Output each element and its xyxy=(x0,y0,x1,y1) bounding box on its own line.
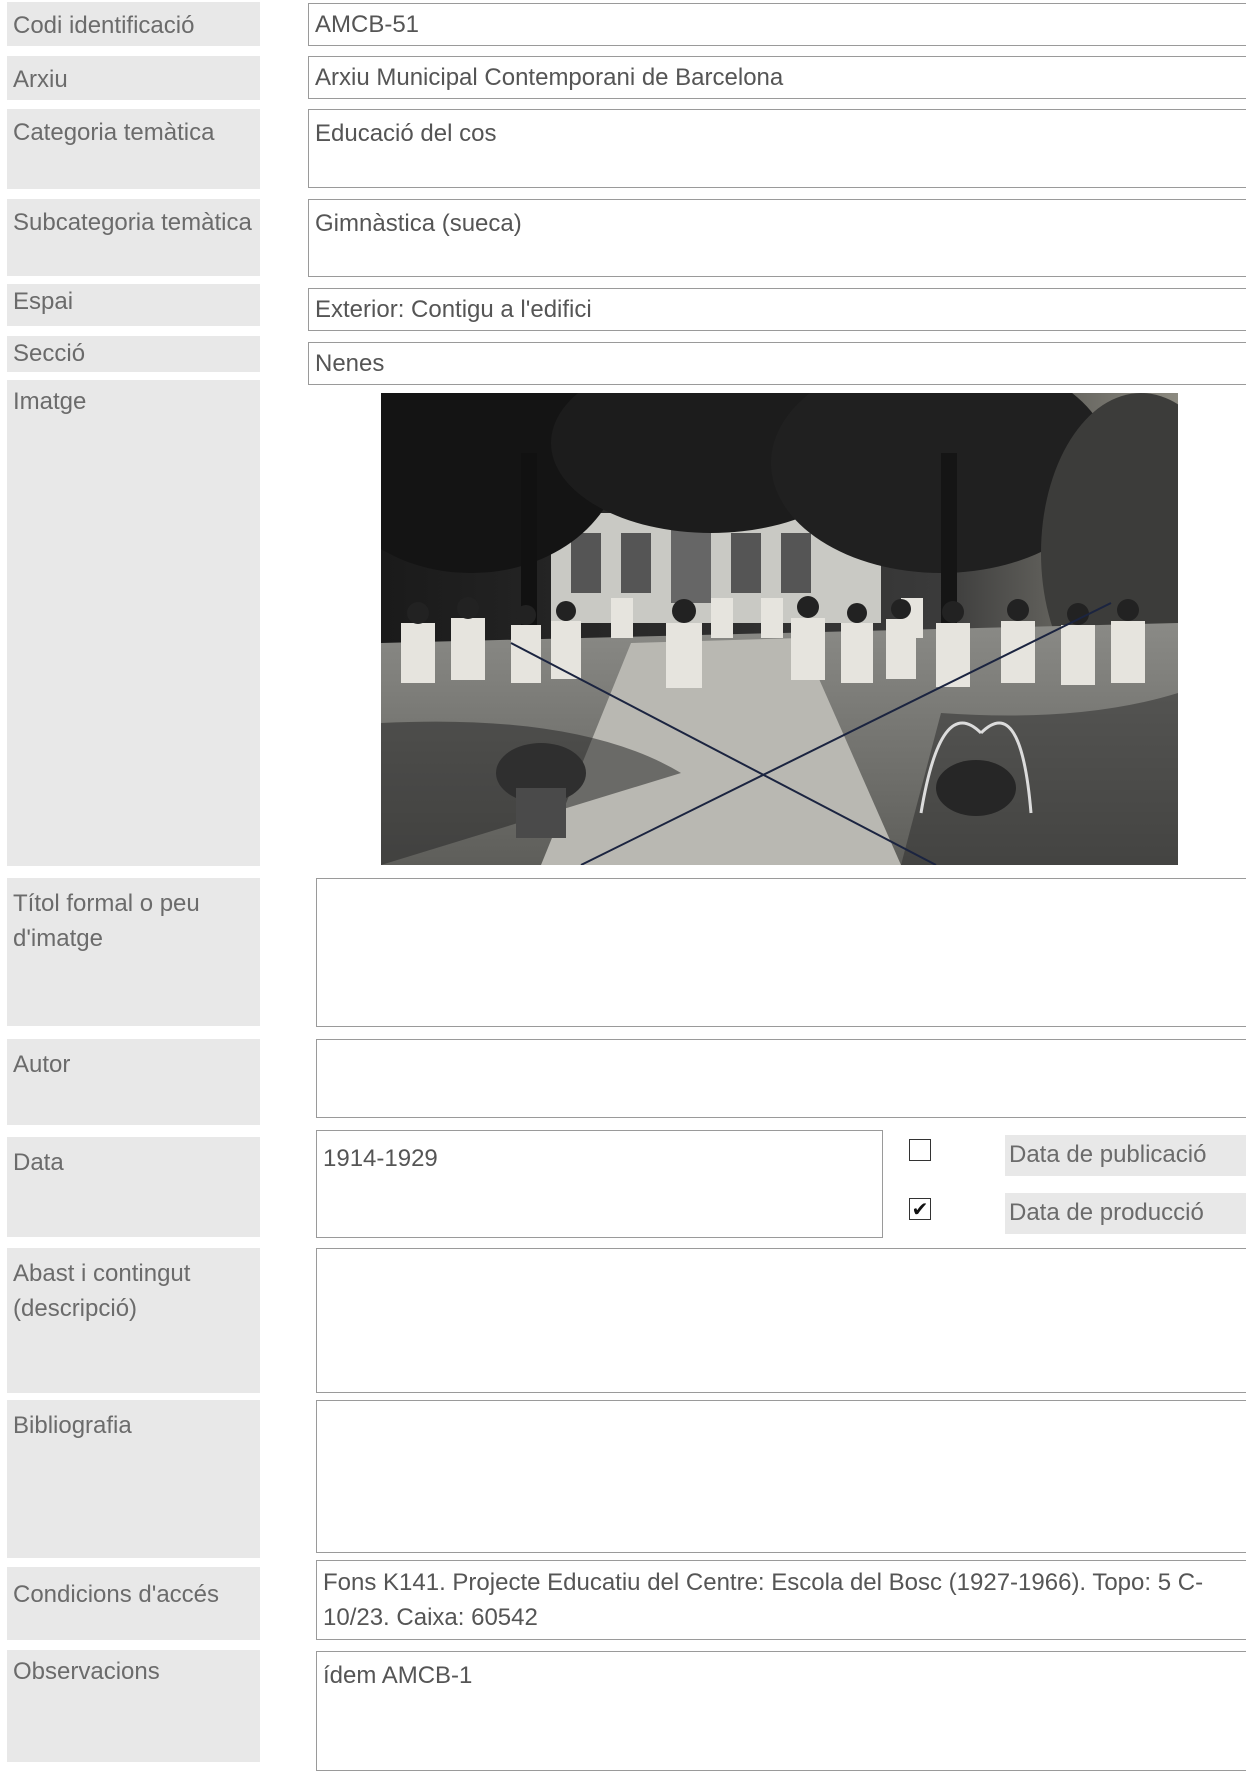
arxiu-field[interactable]: Arxiu Municipal Contemporani de Barcelon… xyxy=(308,56,1246,99)
produccio-checkbox[interactable]: ✔ xyxy=(909,1198,931,1220)
label-data: Data xyxy=(7,1137,260,1237)
subcategoria-field[interactable]: Gimnàstica (sueca) xyxy=(308,199,1246,277)
data-field[interactable]: 1914-1929 xyxy=(316,1130,883,1238)
seccio-field[interactable]: Nenes xyxy=(308,342,1246,385)
produccio-label: Data de producció xyxy=(1005,1193,1246,1234)
condicions-field[interactable]: Fons K141. Projecte Educatiu del Centre:… xyxy=(316,1560,1246,1640)
label-observacions: Observacions xyxy=(7,1650,260,1762)
label-autor: Autor xyxy=(7,1039,260,1125)
archive-photograph xyxy=(381,393,1178,865)
autor-field[interactable] xyxy=(316,1039,1246,1118)
label-titol: Títol formal o peu d'imatge xyxy=(7,878,260,1026)
label-seccio: Secció xyxy=(7,336,260,372)
titol-field[interactable] xyxy=(316,878,1246,1027)
codi-field[interactable]: AMCB-51 xyxy=(308,3,1246,46)
label-codi: Codi identificació xyxy=(7,2,260,46)
categoria-field[interactable]: Educació del cos xyxy=(308,109,1246,188)
observacions-field[interactable]: ídem AMCB-1 xyxy=(316,1651,1246,1771)
abast-field[interactable] xyxy=(316,1248,1246,1393)
label-subcategoria: Subcategoria temàtica xyxy=(7,199,260,276)
bibliografia-field[interactable] xyxy=(316,1400,1246,1553)
label-imatge: Imatge xyxy=(7,380,260,866)
label-categoria: Categoria temàtica xyxy=(7,109,260,189)
label-espai: Espai xyxy=(7,284,260,326)
label-bibliografia: Bibliografia xyxy=(7,1400,260,1558)
publicacio-label: Data de publicació xyxy=(1005,1135,1246,1176)
label-arxiu: Arxiu xyxy=(7,56,260,100)
label-condicions: Condicions d'accés xyxy=(7,1567,260,1640)
espai-field[interactable]: Exterior: Contigu a l'edifici xyxy=(308,288,1246,331)
label-abast: Abast i contingut (descripció) xyxy=(7,1248,260,1393)
publicacio-checkbox[interactable] xyxy=(909,1139,931,1161)
